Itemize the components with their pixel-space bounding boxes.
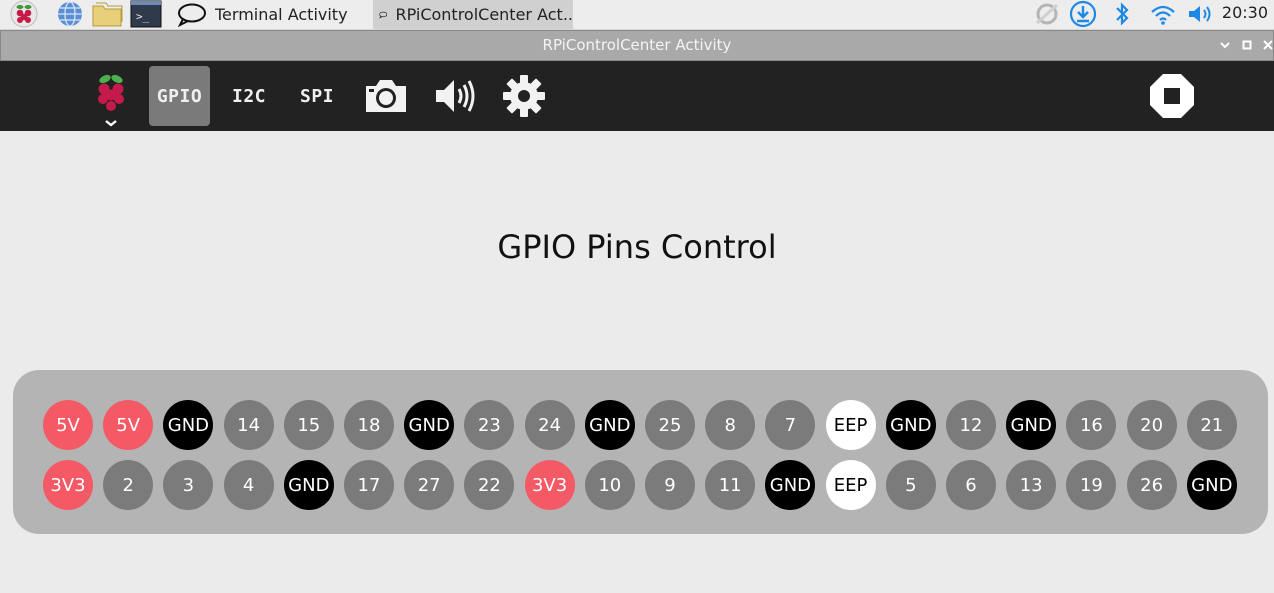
gpio-pin-gnd[interactable]: GND — [885, 400, 936, 450]
gpio-pin-gpio[interactable]: 27 — [404, 460, 455, 510]
chat-bubble-icon — [177, 3, 206, 27]
volume-icon[interactable] — [1186, 0, 1216, 28]
gpio-pin-gnd[interactable]: GND — [584, 400, 635, 450]
gpio-pin-gnd[interactable]: GND — [765, 460, 816, 510]
minimize-button[interactable] — [1217, 36, 1233, 54]
gpio-pin-gpio[interactable]: 23 — [464, 400, 515, 450]
speaker-icon — [436, 80, 475, 112]
gpio-pin-gnd[interactable]: GND — [283, 460, 334, 510]
download-icon[interactable] — [1068, 0, 1098, 28]
wifi-icon[interactable] — [1148, 0, 1178, 28]
gpio-pin-gpio[interactable]: 4 — [223, 460, 274, 510]
gpio-pin-gnd[interactable]: GND — [1186, 460, 1237, 510]
gpio-pin-gpio[interactable]: 16 — [1066, 400, 1117, 450]
gpio-pin-gpio[interactable]: 10 — [584, 460, 635, 510]
tab-camera[interactable] — [358, 66, 414, 126]
gpio-pin-gnd[interactable]: GND — [163, 400, 214, 450]
tab-label: I2C — [231, 85, 266, 107]
gpio-pin-power[interactable]: 5V — [43, 400, 93, 450]
gpio-pin-power[interactable]: 5V — [103, 400, 154, 450]
gpio-pin-gpio[interactable]: 20 — [1126, 400, 1177, 450]
chat-bubble-icon — [379, 11, 388, 18]
tab-spi[interactable]: SPI — [290, 66, 344, 126]
gpio-pin-gpio[interactable]: 12 — [946, 400, 996, 450]
gpio-pin-gpio[interactable]: 22 — [464, 460, 515, 510]
tab-label: SPI — [299, 85, 334, 107]
page-title: GPIO Pins Control — [497, 228, 777, 266]
tab-label: GPIO — [156, 85, 203, 107]
gpio-pin-gpio[interactable]: 9 — [645, 460, 695, 510]
gpio-pin-gpio[interactable]: 7 — [765, 400, 816, 450]
stop-button[interactable] — [1144, 66, 1200, 126]
gpio-pin-power[interactable]: 3V3 — [43, 460, 93, 510]
tab-i2c[interactable]: I2C — [222, 66, 276, 126]
bluetooth-icon[interactable] — [1110, 0, 1134, 28]
gpio-pin-gpio[interactable]: 11 — [705, 460, 756, 510]
tab-settings[interactable] — [496, 66, 552, 126]
close-icon — [1263, 40, 1273, 50]
window-title: RPiControlCenter Activity — [542, 36, 732, 54]
settings-icon — [503, 75, 545, 117]
gpio-pin-eep[interactable]: EEP — [825, 400, 876, 450]
gpio-pin-gpio[interactable]: 24 — [524, 400, 575, 450]
file-manager-icon[interactable] — [90, 0, 126, 28]
gpio-pin-gpio[interactable]: 25 — [645, 400, 695, 450]
gpio-pin-eep[interactable]: EEP — [825, 460, 876, 510]
gpio-pin-gpio[interactable]: 6 — [946, 460, 996, 510]
taskbar: >_ Terminal Activity RPiControlCenter Ac… — [0, 0, 1274, 30]
terminal-icon[interactable]: >_ — [128, 0, 164, 28]
gpio-pin-gnd[interactable]: GND — [404, 400, 455, 450]
gpio-pin-gpio[interactable]: 26 — [1126, 460, 1177, 510]
maximize-icon — [1242, 40, 1252, 50]
gpio-pin-gpio[interactable]: 17 — [344, 460, 394, 510]
gpio-pin-power[interactable]: 3V3 — [524, 460, 575, 510]
task-label: RPiControlCenter Act.. — [395, 5, 573, 24]
gpio-pin-gpio[interactable]: 2 — [103, 460, 154, 510]
stop-icon — [1150, 74, 1194, 118]
gpio-pin-gpio[interactable]: 14 — [223, 400, 274, 450]
svg-text:>_: >_ — [136, 10, 150, 23]
chevron-down-icon — [1220, 42, 1230, 49]
maximize-button[interactable] — [1239, 36, 1255, 54]
gpio-pin-gpio[interactable]: 21 — [1186, 400, 1237, 450]
clock[interactable]: 20:30 — [1222, 0, 1268, 28]
gpio-pin-gpio[interactable]: 5 — [885, 460, 936, 510]
sync-icon[interactable] — [1032, 0, 1062, 28]
tab-audio[interactable] — [426, 66, 482, 126]
camera-icon — [366, 80, 406, 112]
task-terminal-activity[interactable]: Terminal Activity — [171, 0, 371, 29]
web-browser-icon[interactable] — [52, 0, 88, 28]
task-label: Terminal Activity — [215, 5, 348, 24]
raspberry-icon — [98, 74, 124, 127]
gpio-pin-gpio[interactable]: 13 — [1006, 460, 1057, 510]
close-button[interactable] — [1260, 36, 1274, 54]
task-rpicontrolcenter[interactable]: RPiControlCenter Act.. — [373, 0, 573, 29]
gpio-pin-gpio[interactable]: 15 — [283, 400, 334, 450]
gpio-pin-gnd[interactable]: GND — [1006, 400, 1057, 450]
tab-gpio[interactable]: GPIO — [149, 66, 210, 126]
gpio-pin-gpio[interactable]: 8 — [705, 400, 756, 450]
gpio-pin-gpio[interactable]: 3 — [163, 460, 214, 510]
raspberry-menu-button[interactable] — [86, 66, 136, 127]
gpio-header: 5V 5V GND 14 15 18 GND 23 24 GND 25 8 7 EEP GND 12 GND 16… — [13, 370, 1268, 534]
toolbar: GPIO I2C SPI — [0, 61, 1274, 131]
window-titlebar[interactable]: RPiControlCenter Activity — [0, 30, 1274, 61]
gpio-pin-gpio[interactable]: 18 — [344, 400, 394, 450]
gpio-pin-gpio[interactable]: 19 — [1066, 460, 1117, 510]
raspberry-menu-icon[interactable] — [6, 0, 42, 28]
